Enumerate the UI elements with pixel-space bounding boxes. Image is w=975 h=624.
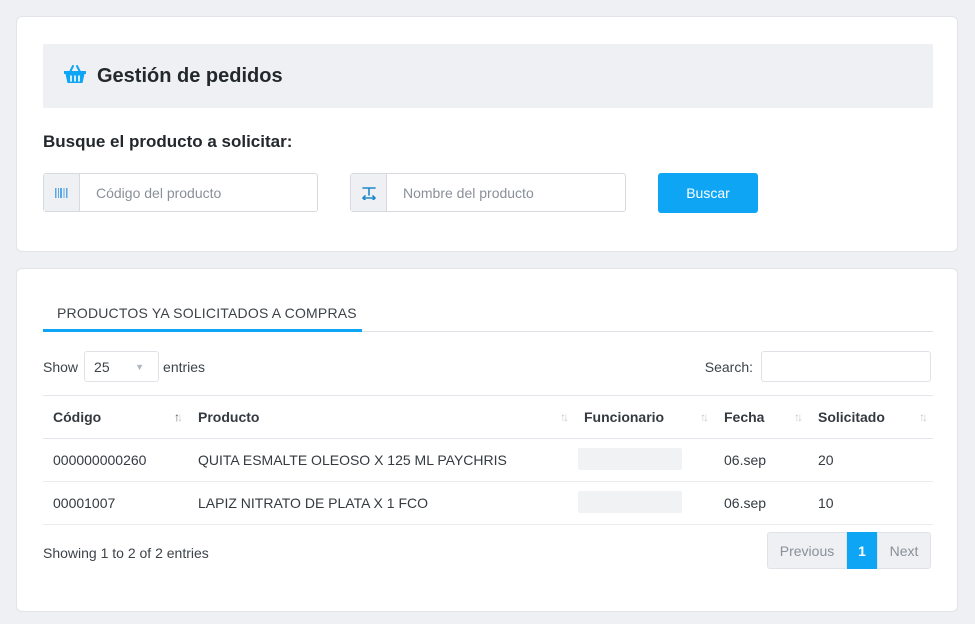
table-search-label: Search: (704, 358, 753, 375)
pagination: Previous 1 Next (767, 532, 931, 569)
sort-icon: ↑↓ (174, 410, 183, 424)
page-length-select[interactable]: 25 ▼ (84, 351, 160, 382)
page-length-control: Show 25 ▼ entries (43, 351, 205, 382)
page-1-button[interactable]: 1 (847, 532, 877, 569)
redacted-block (578, 447, 682, 470)
chevron-down-icon: ▼ (135, 361, 145, 372)
cell-funcionario (574, 481, 714, 525)
text-format-icon (351, 174, 387, 211)
page-header: Gestión de pedidos (43, 44, 933, 108)
requested-products-table: Código ↑↓ Producto ↑↓ Funcionario ↑↓ Fecha ↑… (43, 395, 933, 525)
sort-icon: ↑↓ (560, 410, 569, 424)
table-search-input[interactable] (761, 351, 931, 382)
sort-icon: ↑↓ (919, 410, 928, 424)
basket-icon (63, 64, 97, 89)
cell-producto: LAPIZ NITRATO DE PLATA X 1 FCO (188, 481, 574, 525)
sort-icon: ↑↓ (700, 410, 709, 424)
cell-solicitado: 20 (808, 438, 933, 482)
product-name-input[interactable] (387, 174, 625, 211)
page-title: Gestión de pedidos (97, 64, 283, 87)
column-header-solicitado[interactable]: Solicitado ↑↓ (808, 395, 933, 439)
column-header-funcionario[interactable]: Funcionario ↑↓ (574, 395, 714, 439)
search-form-label: Busque el producto a solicitar: (43, 132, 293, 151)
barcode-icon (44, 174, 80, 211)
next-page-button[interactable]: Next (877, 532, 931, 569)
requested-products-card: PRODUCTOS YA SOLICITADOS A COMPRAS Show … (16, 268, 958, 612)
table-row: 00001007 LAPIZ NITRATO DE PLATA X 1 FCO … (43, 481, 933, 525)
previous-page-button[interactable]: Previous (767, 532, 847, 569)
product-code-input[interactable] (80, 174, 317, 211)
column-header-fecha[interactable]: Fecha ↑↓ (714, 395, 808, 439)
redacted-block (578, 490, 682, 513)
tab-requested-products[interactable]: PRODUCTOS YA SOLICITADOS A COMPRAS (43, 299, 362, 332)
table-search: Search: (705, 351, 931, 382)
product-code-group (43, 173, 318, 212)
cell-producto: QUITA ESMALTE OLEOSO X 125 ML PAYCHRIS (188, 438, 574, 482)
cell-solicitado: 10 (808, 481, 933, 525)
tabs-bar: PRODUCTOS YA SOLICITADOS A COMPRAS (43, 299, 933, 332)
sort-icon: ↑↓ (794, 410, 803, 424)
table-info: Showing 1 to 2 of 2 entries (43, 545, 209, 561)
cell-fecha: 06.sep (714, 438, 808, 482)
column-header-producto[interactable]: Producto ↑↓ (188, 395, 574, 439)
page-length-value: 25 (94, 358, 110, 375)
entries-label: entries (163, 358, 206, 375)
order-search-card: Gestión de pedidos Busque el producto a … (16, 16, 958, 252)
column-header-codigo[interactable]: Código ↑↓ (43, 395, 188, 439)
product-name-group (350, 173, 626, 212)
table-header-row: Código ↑↓ Producto ↑↓ Funcionario ↑↓ Fecha ↑… (43, 395, 933, 439)
cell-fecha: 06.sep (714, 481, 808, 525)
search-button[interactable]: Buscar (658, 173, 758, 213)
cell-codigo: 00001007 (43, 481, 188, 525)
cell-codigo: 000000000260 (43, 438, 188, 482)
show-label: Show (43, 358, 79, 375)
cell-funcionario (574, 438, 714, 482)
table-row: 000000000260 QUITA ESMALTE OLEOSO X 125 … (43, 438, 933, 482)
